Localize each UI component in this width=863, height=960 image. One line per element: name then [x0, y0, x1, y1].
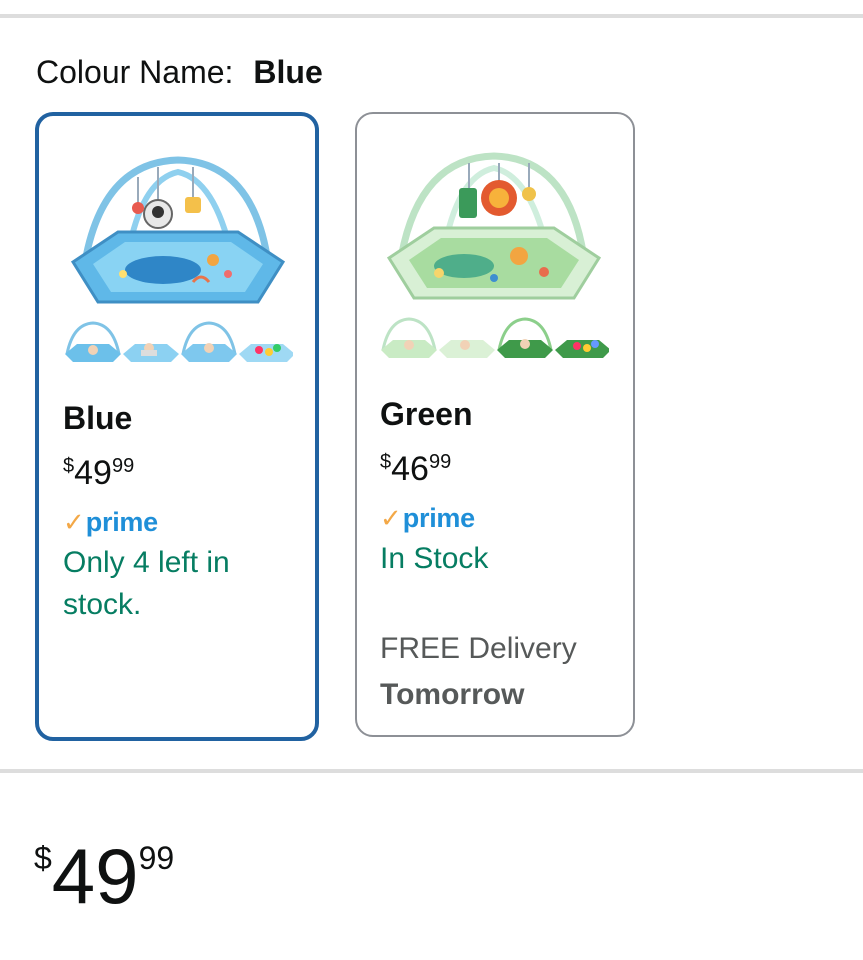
availability-text: In Stock [380, 542, 489, 575]
prime-check-icon: ✓ [380, 503, 402, 533]
swatch-blue[interactable]: Blue $4999 ✓ prime Only 4 left in stock. [35, 112, 319, 741]
price-fraction: 99 [428, 451, 452, 473]
current-price-fraction: 99 [138, 840, 175, 876]
green-play-gym-image [386, 152, 602, 300]
price-whole: 49 [74, 454, 112, 492]
current-price: $4999 [34, 818, 174, 939]
swatch-green[interactable]: Green $4699 ✓ prime In Stock FREE Deliver… [355, 112, 635, 737]
colour-name-value: Blue [253, 54, 323, 90]
prime-badge: ✓ prime [63, 506, 158, 538]
swatch-name: Green [380, 396, 473, 432]
prime-label: prime [85, 507, 158, 537]
swatch-name: Blue [63, 400, 133, 436]
current-price-symbol: $ [34, 840, 52, 876]
section-divider [0, 769, 863, 773]
price-fraction: 99 [111, 455, 135, 477]
price-symbol: $ [380, 451, 392, 473]
colour-name-label: Colour Name: [36, 54, 234, 90]
price-whole: 46 [391, 450, 429, 488]
availability-text: Only 4 left in stock. [63, 546, 230, 621]
swatch-price: $4699 [380, 442, 451, 489]
top-divider [0, 14, 863, 18]
delivery-text: FREE Delivery [380, 632, 577, 665]
price-symbol: $ [63, 455, 75, 477]
delivery-day: Tomorrow [380, 678, 525, 711]
prime-check-icon: ✓ [63, 507, 85, 537]
current-price-whole: 49 [51, 832, 139, 920]
colour-name-row: Colour Name: Blue [36, 52, 323, 92]
prime-badge: ✓ prime [380, 502, 475, 534]
swatch-price: $4999 [63, 446, 134, 493]
blue-play-gym-image [70, 156, 286, 304]
prime-label: prime [402, 503, 475, 533]
delivery-info: FREE Delivery Tomorrow [380, 626, 610, 718]
green-thumbnail-strip [381, 317, 609, 358]
blue-thumbnail-strip [65, 321, 293, 362]
